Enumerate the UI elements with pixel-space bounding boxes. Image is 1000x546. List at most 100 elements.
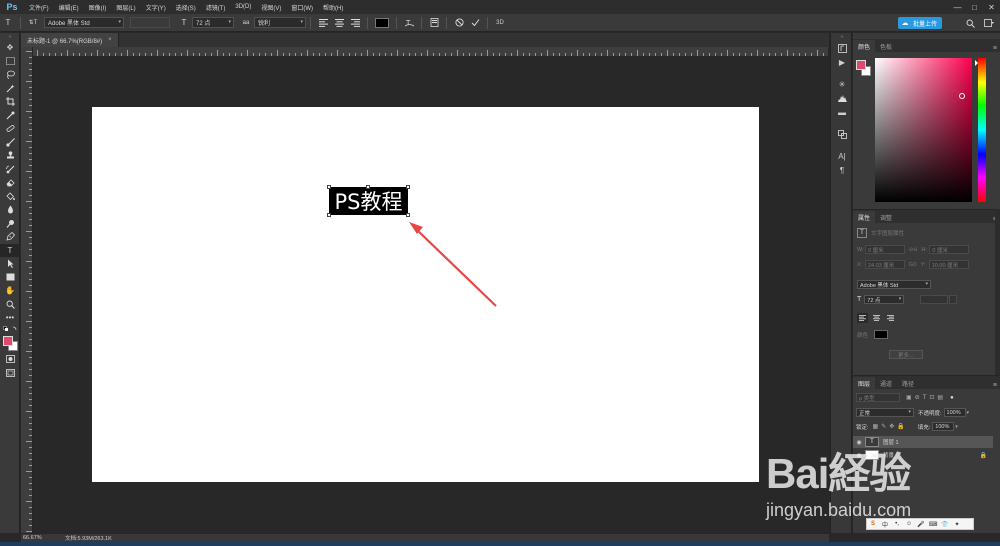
fill-field[interactable]: 100% <box>932 422 955 431</box>
tab-channels[interactable]: 通道 <box>875 377 897 389</box>
clone-source-icon[interactable] <box>831 127 853 141</box>
blur-tool-icon[interactable] <box>0 203 20 217</box>
menu-layer[interactable]: 图层(L) <box>111 3 140 12</box>
character-panel-icon[interactable]: A| <box>831 149 853 163</box>
text-orientation-icon[interactable]: ⇅T <box>25 16 41 30</box>
pen-tool-icon[interactable] <box>0 230 20 244</box>
menu-type[interactable]: 文字(Y) <box>141 3 171 12</box>
dodge-tool-icon[interactable] <box>0 217 20 231</box>
foreground-color-swatch[interactable] <box>856 60 866 70</box>
healing-brush-icon[interactable] <box>0 122 20 136</box>
color-saturation-field[interactable] <box>875 58 972 202</box>
lock-icons[interactable]: ▦✎✥🔒 <box>873 423 908 430</box>
panel-menu-icon[interactable]: ≡ <box>993 382 997 389</box>
panel-menu-icon[interactable]: ≡ <box>993 45 997 52</box>
align-right-icon[interactable] <box>885 313 896 323</box>
rectangle-tool-icon[interactable] <box>0 271 20 285</box>
type-tool-icon[interactable]: T <box>0 243 20 257</box>
layer-filter-select[interactable]: ρ 类型 <box>856 393 900 402</box>
visibility-eye-icon[interactable]: ◉ <box>853 452 865 459</box>
opacity-field[interactable]: 100% <box>943 408 966 417</box>
emoji-icon[interactable]: ☺ <box>903 519 915 529</box>
font-style-select[interactable] <box>130 17 170 28</box>
layer-row-text[interactable]: ◉ T 图层 1 <box>853 436 993 448</box>
tracking-dropdown[interactable] <box>949 295 958 304</box>
more-tools-icon[interactable]: ••• <box>0 311 20 325</box>
align-left-icon[interactable] <box>315 16 331 30</box>
x-field[interactable]: 24.03 厘米 <box>865 260 905 269</box>
ime-mode-label[interactable]: 中 <box>879 519 891 529</box>
crop-tool-icon[interactable] <box>0 95 20 109</box>
microphone-icon[interactable]: 🎤 <box>915 519 927 529</box>
visibility-eye-icon[interactable]: ◉ <box>853 439 865 446</box>
properties-font-family-select[interactable]: Adobe 黑体 Std ▾ <box>857 280 931 289</box>
path-selection-icon[interactable] <box>0 257 20 271</box>
screen-mode-icon[interactable] <box>0 366 20 380</box>
menu-select[interactable]: 选择(S) <box>171 3 201 12</box>
width-field[interactable]: 0 厘米 <box>865 245 905 254</box>
zoom-tool-icon[interactable] <box>0 298 20 312</box>
font-size-select[interactable]: 72 点 ▾ <box>192 17 234 28</box>
maximize-button[interactable]: □ <box>966 0 983 14</box>
eyedropper-icon[interactable] <box>0 109 20 123</box>
tab-color[interactable]: 颜色 <box>853 40 876 52</box>
properties-font-size-select[interactable]: 72 点 ▾ <box>864 295 905 304</box>
chevron-down-icon[interactable]: ▾ <box>955 424 958 430</box>
font-family-select[interactable]: Adobe 黑体 Std ▾ <box>44 17 124 28</box>
blend-mode-select[interactable]: 正常 ▾ <box>856 408 914 417</box>
eraser-tool-icon[interactable] <box>0 176 20 190</box>
punctuation-icon[interactable]: •, <box>891 519 903 529</box>
align-left-icon[interactable] <box>857 313 868 323</box>
y-field[interactable]: 10.00 厘米 <box>928 260 969 269</box>
layer-row-background[interactable]: ◉ 背景 🔒 <box>853 449 993 461</box>
collapse-icon[interactable]: » <box>0 33 20 41</box>
align-right-icon[interactable] <box>347 16 363 30</box>
vertical-ruler[interactable] <box>21 47 33 533</box>
brush-tool-icon[interactable] <box>0 136 20 150</box>
canvas-workspace[interactable]: PS教程 <box>33 57 828 533</box>
height-field[interactable]: 0 厘米 <box>929 245 970 254</box>
histogram-panel-icon[interactable] <box>831 91 853 105</box>
move-tool-icon[interactable]: ✥ <box>0 41 20 55</box>
anti-alias-select[interactable]: 锐利 ▾ <box>254 17 306 28</box>
search-icon[interactable] <box>962 16 978 30</box>
actions-panel-icon[interactable]: ▶ <box>831 55 853 69</box>
workspace-switcher-icon[interactable] <box>978 16 1000 30</box>
tab-properties[interactable]: 属性 <box>853 211 876 223</box>
tracking-field[interactable] <box>920 295 949 304</box>
menu-file[interactable]: 文件(F) <box>24 3 54 12</box>
minimize-button[interactable]: — <box>949 0 966 14</box>
paint-bucket-icon[interactable] <box>0 190 20 204</box>
marquee-tool-icon[interactable] <box>0 55 20 69</box>
adjustments-panel-icon[interactable]: ✳ <box>831 77 853 91</box>
history-panel-icon[interactable] <box>831 41 853 55</box>
document-tab[interactable]: 未标题-1 @ 66.7%(RGB/8#) × <box>21 33 119 47</box>
foreground-color-swatch[interactable] <box>3 335 13 346</box>
menu-3d[interactable]: 3D(D) <box>230 4 256 10</box>
ime-logo-icon[interactable]: S <box>867 519 879 529</box>
menu-image[interactable]: 图像(I) <box>84 3 112 12</box>
3d-icon[interactable]: 3D <box>492 16 508 30</box>
tab-paths[interactable]: 路径 <box>897 377 919 389</box>
close-button[interactable]: ✕ <box>983 0 1000 14</box>
layer-name[interactable]: 背景 <box>883 451 894 459</box>
settings-icon[interactable]: ✦ <box>951 519 963 529</box>
paragraph-panel-icon[interactable]: ¶ <box>831 163 853 177</box>
properties-scrollbar[interactable] <box>995 209 1000 379</box>
collapse-icon[interactable]: « <box>831 33 853 41</box>
menu-edit[interactable]: 编辑(E) <box>54 3 84 12</box>
default-colors-icon[interactable] <box>0 325 20 333</box>
type-tool-icon[interactable]: T <box>0 16 16 30</box>
chevron-down-icon[interactable]: ▾ <box>967 410 970 416</box>
tab-adjustments[interactable]: 调整 <box>875 211 897 223</box>
menu-help[interactable]: 帮助(H) <box>318 3 348 12</box>
lasso-tool-icon[interactable] <box>0 68 20 82</box>
warp-text-icon[interactable]: T <box>401 16 417 30</box>
tab-layers[interactable]: 图层 <box>853 377 876 389</box>
layer-name[interactable]: 图层 1 <box>883 438 899 446</box>
text-color-swatch[interactable] <box>874 330 889 339</box>
align-center-icon[interactable] <box>871 313 882 323</box>
color-picker-cursor[interactable] <box>959 93 965 99</box>
quick-mask-icon[interactable] <box>0 353 20 367</box>
more-button[interactable]: 更多... <box>889 350 923 359</box>
